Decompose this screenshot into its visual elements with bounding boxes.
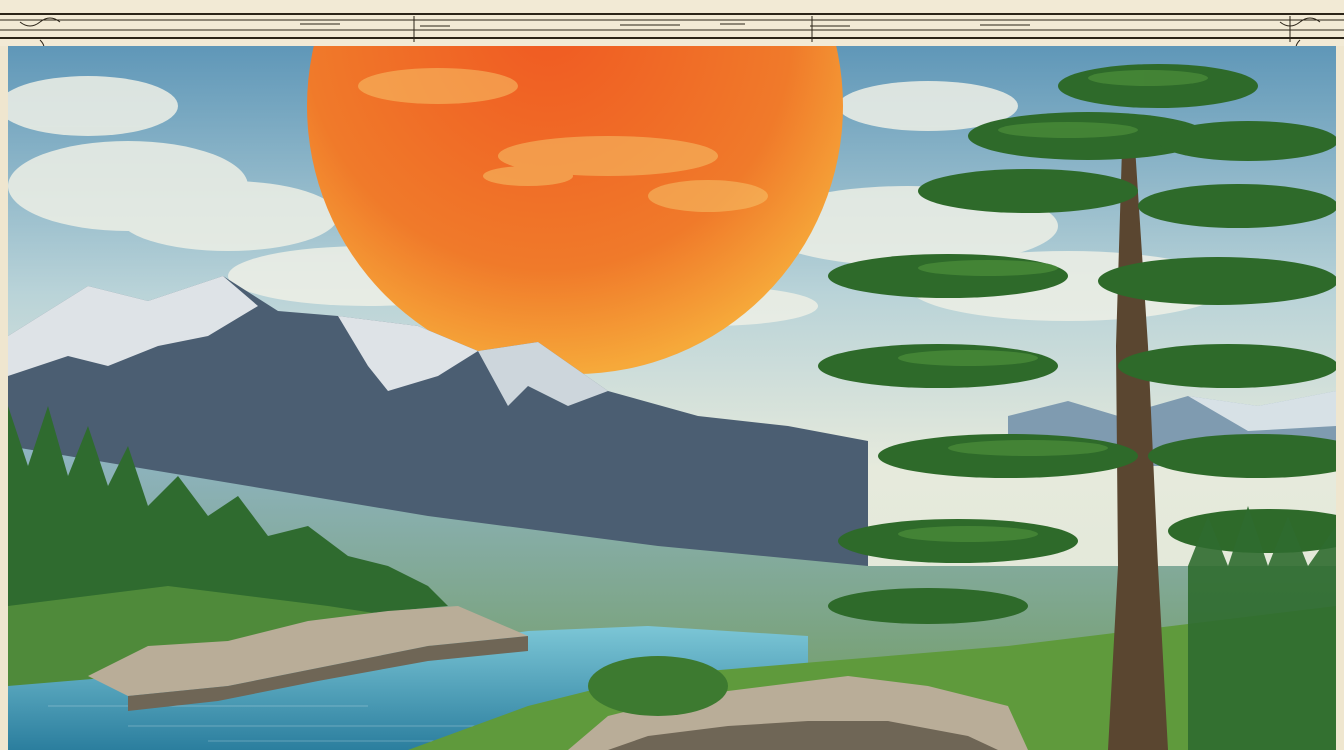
ornamental-top-border xyxy=(0,0,1344,46)
border-lines xyxy=(0,0,1344,46)
landscape-svg xyxy=(8,46,1336,750)
landscape-painting xyxy=(8,46,1336,750)
left-frame-edge xyxy=(0,46,8,750)
right-frame-edge xyxy=(1336,46,1344,750)
artwork-frame xyxy=(0,0,1344,750)
shrub xyxy=(588,656,728,716)
